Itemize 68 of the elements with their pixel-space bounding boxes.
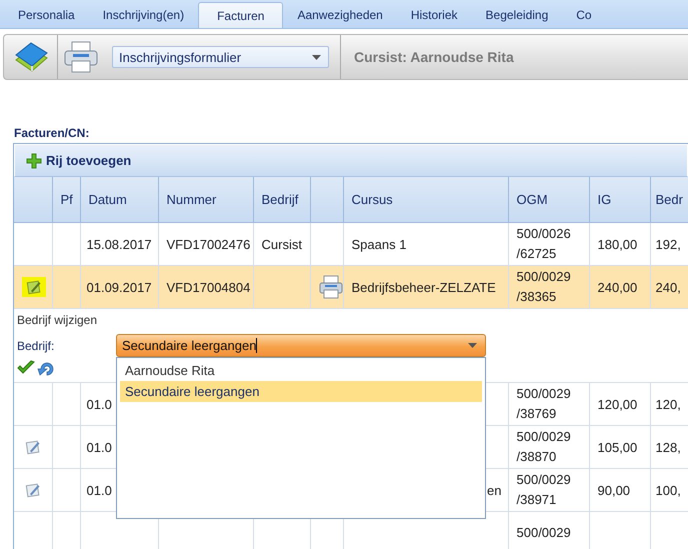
company-combobox[interactable]: Secundaire leergangen bbox=[116, 334, 486, 357]
caret-icon bbox=[468, 343, 477, 348]
table-cell-text: 500/0029 /38870 bbox=[516, 428, 572, 466]
table-cell: 240,00 bbox=[598, 280, 638, 294]
column-header[interactable]: OGM bbox=[508, 177, 589, 222]
section-title: Facturen/CN: bbox=[14, 126, 90, 141]
table-cell: 180,00 bbox=[598, 236, 638, 252]
table-row[interactable]: 500/0029 bbox=[14, 512, 688, 549]
caret-icon bbox=[312, 54, 321, 60]
table-cell: 128, bbox=[656, 440, 681, 454]
table-cell-text: 500/0029 /38769 bbox=[516, 385, 572, 423]
undo-icon bbox=[37, 360, 55, 376]
table-cell-text: 500/0029 bbox=[516, 524, 572, 542]
table-cell: 105,00 bbox=[598, 440, 638, 454]
table-cell: 01.0 bbox=[86, 440, 112, 454]
table-cell: 01.0 bbox=[86, 396, 112, 412]
table-cell: 120,00 bbox=[598, 396, 638, 412]
tab[interactable]: Historiek bbox=[396, 0, 472, 28]
table-cell-text: 500/0029 /38365 bbox=[516, 268, 572, 306]
editor-title: Bedrijf wijzigen bbox=[17, 313, 98, 327]
table-row[interactable]: 01.0 en 500/0029 /38971 90,00 100, bbox=[14, 468, 688, 512]
cancel-button[interactable] bbox=[37, 360, 55, 376]
printer-icon[interactable] bbox=[318, 275, 342, 299]
table-cell: Spaans 1 bbox=[352, 236, 406, 252]
tab[interactable]: Inschrijving(en) bbox=[88, 0, 198, 28]
check-icon bbox=[17, 360, 35, 376]
table-cell: VFD17002476 bbox=[166, 236, 250, 252]
table-cell: Bedrijfsbeheer-ZELZATE bbox=[352, 280, 496, 294]
table-cell: 192, bbox=[656, 236, 681, 252]
tab[interactable]: Co bbox=[562, 0, 606, 28]
books-icon bbox=[14, 42, 48, 72]
dropdown-option[interactable]: Aarnoudse Rita bbox=[120, 360, 482, 381]
table-cell: 15.08.2017 bbox=[86, 236, 152, 252]
table-cell: 240, bbox=[656, 280, 681, 294]
student-label: Cursist: Aarnoudse Rita bbox=[354, 49, 514, 65]
table-cell: 90,00 bbox=[598, 482, 630, 498]
printer-icon bbox=[64, 41, 98, 73]
edit-icon[interactable] bbox=[24, 439, 41, 455]
table-cell: VFD17004804 bbox=[166, 280, 250, 294]
template-dropdown[interactable]: Inschrijvingsformulier bbox=[112, 46, 329, 68]
table-cell-text: 500/0026 /62725 bbox=[516, 225, 572, 263]
table-cell: Cursist bbox=[262, 236, 302, 252]
column-header[interactable]: Datum bbox=[80, 177, 158, 222]
field-label: Bedrijf: bbox=[17, 338, 56, 352]
edit-icon[interactable] bbox=[24, 482, 41, 498]
table-row[interactable]: 01.0 500/0029 /38870 105,00 128, bbox=[14, 426, 688, 468]
tab[interactable]: Personalia bbox=[4, 0, 89, 28]
tab[interactable]: Begeleiding bbox=[472, 0, 562, 28]
highlighted-edit-icon[interactable] bbox=[22, 277, 46, 297]
column-header[interactable]: Nummer bbox=[158, 177, 253, 222]
tab[interactable]: Aanwezigheden bbox=[283, 0, 397, 28]
table-row[interactable]: 01.09.2017 VFD17004804 Bedrijfsbeheer-ZELZATE 500/0029 /38365 240,00 240, bbox=[14, 266, 688, 308]
table-cell: 01.0 bbox=[86, 482, 112, 498]
column-header[interactable]: Bedrijf bbox=[253, 177, 310, 222]
dropdown-option[interactable]: Secundaire leergangen bbox=[120, 381, 482, 402]
table-cell: 100, bbox=[656, 482, 681, 498]
column-header[interactable]: Cursus bbox=[343, 177, 508, 222]
column-header[interactable]: Pf bbox=[52, 177, 80, 222]
plus-icon bbox=[26, 152, 42, 168]
add-row-button[interactable]: Rij toevoegen bbox=[15, 152, 132, 168]
column-header[interactable]: IG bbox=[589, 177, 650, 222]
table-cell: 01.09.2017 bbox=[86, 280, 152, 294]
table-cell: en bbox=[487, 482, 502, 498]
table-cell-text: 500/0029 /38971 bbox=[516, 471, 572, 509]
column-header[interactable]: Bedr bbox=[650, 177, 688, 222]
save-button[interactable] bbox=[17, 360, 35, 376]
table-cell: 120, bbox=[656, 396, 681, 412]
tab[interactable]: Facturen bbox=[198, 2, 284, 28]
